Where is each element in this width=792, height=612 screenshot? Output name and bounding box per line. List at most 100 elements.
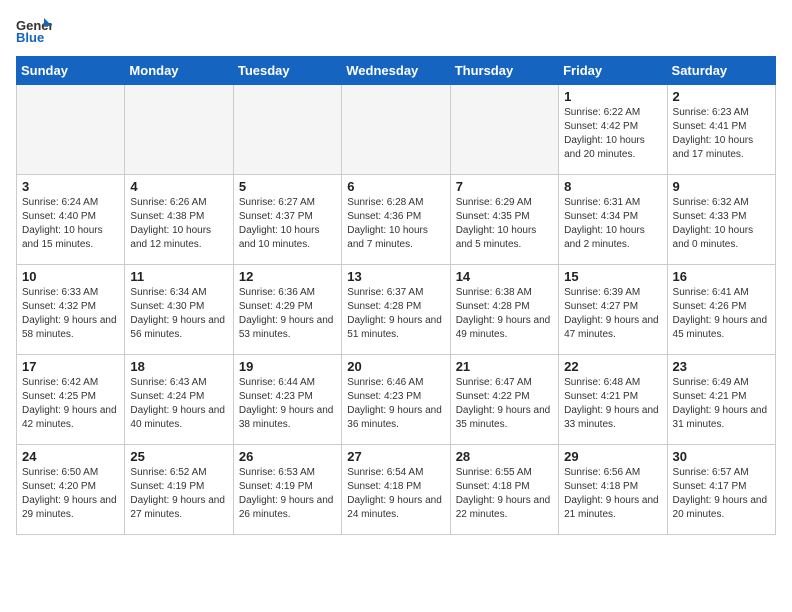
day-info: Sunrise: 6:57 AM Sunset: 4:17 PM Dayligh… xyxy=(673,466,770,522)
week-row-0: 1 Sunrise: 6:22 AM Sunset: 4:42 PM Daylig… xyxy=(17,85,776,175)
day-number: 21 xyxy=(456,359,553,374)
day-info: Sunrise: 6:49 AM Sunset: 4:21 PM Dayligh… xyxy=(673,376,770,432)
calendar-cell xyxy=(125,85,233,175)
day-info: Sunrise: 6:23 AM Sunset: 4:41 PM Dayligh… xyxy=(673,106,770,162)
week-row-1: 3 Sunrise: 6:24 AM Sunset: 4:40 PM Daylig… xyxy=(17,175,776,265)
day-number: 28 xyxy=(456,449,553,464)
day-info: Sunrise: 6:47 AM Sunset: 4:22 PM Dayligh… xyxy=(456,376,553,432)
day-info: Sunrise: 6:43 AM Sunset: 4:24 PM Dayligh… xyxy=(130,376,227,432)
day-number: 22 xyxy=(564,359,661,374)
day-info: Sunrise: 6:33 AM Sunset: 4:32 PM Dayligh… xyxy=(22,286,119,342)
day-info: Sunrise: 6:24 AM Sunset: 4:40 PM Dayligh… xyxy=(22,196,119,252)
calendar-cell: 22 Sunrise: 6:48 AM Sunset: 4:21 PM Dayli… xyxy=(559,355,667,445)
calendar-cell: 18 Sunrise: 6:43 AM Sunset: 4:24 PM Dayli… xyxy=(125,355,233,445)
calendar-cell: 6 Sunrise: 6:28 AM Sunset: 4:36 PM Daylig… xyxy=(342,175,450,265)
day-info: Sunrise: 6:31 AM Sunset: 4:34 PM Dayligh… xyxy=(564,196,661,252)
day-info: Sunrise: 6:46 AM Sunset: 4:23 PM Dayligh… xyxy=(347,376,444,432)
day-number: 16 xyxy=(673,269,770,284)
calendar-cell: 23 Sunrise: 6:49 AM Sunset: 4:21 PM Dayli… xyxy=(667,355,775,445)
calendar-cell: 25Sunrise: 6:52 AM Sunset: 4:19 PM Dayli… xyxy=(125,445,233,535)
day-info: Sunrise: 6:54 AM Sunset: 4:18 PM Dayligh… xyxy=(347,466,444,522)
day-number: 24 xyxy=(22,449,119,464)
header-thursday: Thursday xyxy=(450,57,558,85)
header-tuesday: Tuesday xyxy=(233,57,341,85)
day-info: Sunrise: 6:22 AM Sunset: 4:42 PM Dayligh… xyxy=(564,106,661,162)
day-number: 1 xyxy=(564,89,661,104)
header-friday: Friday xyxy=(559,57,667,85)
day-number: 2 xyxy=(673,89,770,104)
header-monday: Monday xyxy=(125,57,233,85)
calendar-cell: 17 Sunrise: 6:42 AM Sunset: 4:25 PM Dayli… xyxy=(17,355,125,445)
day-number: 18 xyxy=(130,359,227,374)
day-info: Sunrise: 6:32 AM Sunset: 4:33 PM Dayligh… xyxy=(673,196,770,252)
day-number: 20 xyxy=(347,359,444,374)
calendar-cell: 3 Sunrise: 6:24 AM Sunset: 4:40 PM Daylig… xyxy=(17,175,125,265)
day-info: Sunrise: 6:56 AM Sunset: 4:18 PM Dayligh… xyxy=(564,466,661,522)
calendar-cell: 9 Sunrise: 6:32 AM Sunset: 4:33 PM Daylig… xyxy=(667,175,775,265)
day-number: 13 xyxy=(347,269,444,284)
calendar-cell: 16 Sunrise: 6:41 AM Sunset: 4:26 PM Dayli… xyxy=(667,265,775,355)
calendar-cell xyxy=(450,85,558,175)
day-number: 7 xyxy=(456,179,553,194)
calendar-cell: 21 Sunrise: 6:47 AM Sunset: 4:22 PM Dayli… xyxy=(450,355,558,445)
calendar-cell: 10 Sunrise: 6:33 AM Sunset: 4:32 PM Dayli… xyxy=(17,265,125,355)
day-info: Sunrise: 6:52 AM Sunset: 4:19 PM Dayligh… xyxy=(130,466,227,522)
day-info: Sunrise: 6:28 AM Sunset: 4:36 PM Dayligh… xyxy=(347,196,444,252)
calendar-cell: 8 Sunrise: 6:31 AM Sunset: 4:34 PM Daylig… xyxy=(559,175,667,265)
calendar-cell: 2 Sunrise: 6:23 AM Sunset: 4:41 PM Daylig… xyxy=(667,85,775,175)
header-sunday: Sunday xyxy=(17,57,125,85)
calendar-cell xyxy=(342,85,450,175)
calendar-cell: 19Sunrise: 6:44 AM Sunset: 4:23 PM Dayli… xyxy=(233,355,341,445)
day-number: 6 xyxy=(347,179,444,194)
day-number: 10 xyxy=(22,269,119,284)
day-info: Sunrise: 6:48 AM Sunset: 4:21 PM Dayligh… xyxy=(564,376,661,432)
day-number: 27 xyxy=(347,449,444,464)
day-number: 26 xyxy=(239,449,336,464)
header-saturday: Saturday xyxy=(667,57,775,85)
calendar-cell: 1 Sunrise: 6:22 AM Sunset: 4:42 PM Daylig… xyxy=(559,85,667,175)
day-number: 15 xyxy=(564,269,661,284)
week-row-3: 17 Sunrise: 6:42 AM Sunset: 4:25 PM Dayli… xyxy=(17,355,776,445)
header-wednesday: Wednesday xyxy=(342,57,450,85)
day-number: 8 xyxy=(564,179,661,194)
calendar-header-row: SundayMondayTuesdayWednesdayThursdayFrid… xyxy=(17,57,776,85)
day-number: 4 xyxy=(130,179,227,194)
day-info: Sunrise: 6:50 AM Sunset: 4:20 PM Dayligh… xyxy=(22,466,119,522)
calendar-cell: 24 Sunrise: 6:50 AM Sunset: 4:20 PM Dayli… xyxy=(17,445,125,535)
day-number: 23 xyxy=(673,359,770,374)
day-info: Sunrise: 6:27 AM Sunset: 4:37 PM Dayligh… xyxy=(239,196,336,252)
calendar-cell xyxy=(233,85,341,175)
day-number: 11 xyxy=(130,269,227,284)
calendar-table: SundayMondayTuesdayWednesdayThursdayFrid… xyxy=(16,56,776,535)
day-info: Sunrise: 6:44 AM Sunset: 4:23 PM Dayligh… xyxy=(239,376,336,432)
header: General Blue xyxy=(16,16,776,44)
calendar-cell: 5Sunrise: 6:27 AM Sunset: 4:37 PM Daylig… xyxy=(233,175,341,265)
calendar-cell: 13 Sunrise: 6:37 AM Sunset: 4:28 PM Dayli… xyxy=(342,265,450,355)
day-info: Sunrise: 6:53 AM Sunset: 4:19 PM Dayligh… xyxy=(239,466,336,522)
day-info: Sunrise: 6:42 AM Sunset: 4:25 PM Dayligh… xyxy=(22,376,119,432)
calendar-cell: 28 Sunrise: 6:55 AM Sunset: 4:18 PM Dayli… xyxy=(450,445,558,535)
calendar-cell: 14 Sunrise: 6:38 AM Sunset: 4:28 PM Dayli… xyxy=(450,265,558,355)
calendar-cell: 29Sunrise: 6:56 AM Sunset: 4:18 PM Dayli… xyxy=(559,445,667,535)
svg-text:Blue: Blue xyxy=(16,30,44,44)
day-info: Sunrise: 6:29 AM Sunset: 4:35 PM Dayligh… xyxy=(456,196,553,252)
day-info: Sunrise: 6:39 AM Sunset: 4:27 PM Dayligh… xyxy=(564,286,661,342)
day-number: 9 xyxy=(673,179,770,194)
day-number: 14 xyxy=(456,269,553,284)
logo-icon: General Blue xyxy=(16,16,52,44)
day-number: 3 xyxy=(22,179,119,194)
calendar-cell xyxy=(17,85,125,175)
day-info: Sunrise: 6:37 AM Sunset: 4:28 PM Dayligh… xyxy=(347,286,444,342)
calendar-cell: 12Sunrise: 6:36 AM Sunset: 4:29 PM Dayli… xyxy=(233,265,341,355)
day-info: Sunrise: 6:41 AM Sunset: 4:26 PM Dayligh… xyxy=(673,286,770,342)
calendar-cell: 11 Sunrise: 6:34 AM Sunset: 4:30 PM Dayli… xyxy=(125,265,233,355)
day-number: 12 xyxy=(239,269,336,284)
day-info: Sunrise: 6:34 AM Sunset: 4:30 PM Dayligh… xyxy=(130,286,227,342)
calendar-cell: 7 Sunrise: 6:29 AM Sunset: 4:35 PM Daylig… xyxy=(450,175,558,265)
day-info: Sunrise: 6:55 AM Sunset: 4:18 PM Dayligh… xyxy=(456,466,553,522)
day-number: 17 xyxy=(22,359,119,374)
day-info: Sunrise: 6:38 AM Sunset: 4:28 PM Dayligh… xyxy=(456,286,553,342)
calendar-cell: 26 Sunrise: 6:53 AM Sunset: 4:19 PM Dayli… xyxy=(233,445,341,535)
logo: General Blue xyxy=(16,16,56,44)
calendar-cell: 30Sunrise: 6:57 AM Sunset: 4:17 PM Dayli… xyxy=(667,445,775,535)
